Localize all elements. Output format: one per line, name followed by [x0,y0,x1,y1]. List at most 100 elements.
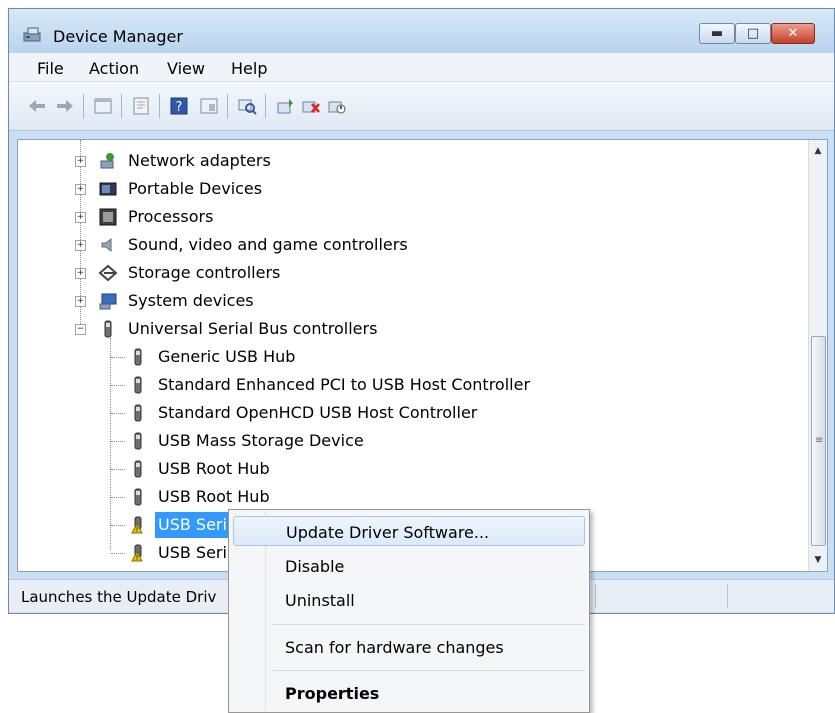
update-driver-icon[interactable] [275,96,295,116]
tree-connector [111,469,125,470]
scroll-down-icon[interactable]: ▼ [809,551,827,569]
show-hide-tree-icon[interactable] [93,96,113,116]
svg-text:?: ? [176,100,183,115]
expand-icon[interactable]: + [75,296,86,307]
menu-item-uninstall[interactable]: Uninstall [233,585,585,615]
back-arrow-icon[interactable] [27,96,47,116]
tree-connector [111,441,125,442]
usb-warning-icon: ! [131,544,143,562]
menu-item-scan-hardware[interactable]: Scan for hardware changes [233,632,585,662]
tree-item-label: Storage controllers [128,263,281,282]
tree-connector [111,553,125,554]
tree-item-label: Standard Enhanced PCI to USB Host Contro… [158,375,531,394]
scrollbar-thumb[interactable]: ≡ [811,336,826,546]
tree-item-label: System devices [128,291,254,310]
tree-item-processors[interactable]: + Processors [18,204,718,230]
expand-icon[interactable]: + [75,212,86,223]
tree-connector [111,357,125,358]
toolbar-separator [227,94,228,118]
menu-item-label: Uninstall [285,591,355,610]
scroll-up-icon[interactable]: ▲ [809,142,827,160]
device-tree-pane[interactable]: + Network adapters + Portable Devices + … [17,139,828,572]
tree-item-storage-controllers[interactable]: + Storage controllers [18,260,718,286]
expand-icon[interactable]: + [75,268,86,279]
minimize-button[interactable]: ▬ [699,23,735,44]
tree-item-sound-video[interactable]: + Sound, video and game controllers [18,232,718,258]
tree-item-usb-device[interactable]: Standard OpenHCD USB Host Controller [18,400,718,426]
menu-file[interactable]: File [37,59,64,78]
usb-device-icon [134,460,142,478]
tree-item-label: Network adapters [128,151,271,170]
tree-item-usb-device[interactable]: USB Root Hub [18,456,718,482]
vertical-scrollbar[interactable]: ▲ ≡ ▼ [808,140,827,571]
usb-device-icon [134,488,142,506]
toolbar-separator [159,94,160,118]
system-devices-icon [99,293,117,310]
menu-view[interactable]: View [167,59,205,78]
toolbar-separator [265,94,266,118]
context-menu: Update Driver Software... Disable Uninst… [228,509,590,713]
forward-arrow-icon[interactable] [55,96,75,116]
portable-devices-icon [99,182,117,196]
tree-item-usb-controllers[interactable]: − Universal Serial Bus controllers [18,316,718,342]
tree-item-label: Universal Serial Bus controllers [128,319,378,338]
minimize-icon: ▬ [710,26,724,41]
close-button[interactable]: ✕ [771,23,815,44]
expand-icon[interactable]: + [75,240,86,251]
tree-item-label: USB Mass Storage Device [158,431,364,450]
tree-item-label: Portable Devices [128,179,263,198]
maximize-icon: □ [746,26,760,41]
network-adapter-icon [100,153,114,169]
menu-item-update-driver[interactable]: Update Driver Software... [233,516,585,546]
help-icon[interactable]: ? [169,96,189,116]
usb-device-icon [134,348,142,366]
tree-item-network-adapters[interactable]: + Network adapters [18,148,718,174]
tree-connector [111,413,125,414]
tree-item-label: Processors [128,207,214,226]
menu-separator [273,624,585,625]
tree-item-usb-device[interactable]: Generic USB Hub [18,344,718,370]
status-divider [595,584,596,608]
scan-hardware-icon[interactable] [237,96,257,116]
usb-device-icon [134,376,142,394]
tree-item-usb-device[interactable]: Standard Enhanced PCI to USB Host Contro… [18,372,718,398]
tree-item-usb-device[interactable]: USB Mass Storage Device [18,428,718,454]
speaker-icon [101,237,112,253]
expand-icon[interactable]: + [75,156,86,167]
menu-item-label: Scan for hardware changes [285,638,504,657]
tree-item-label: USB Root Hub [158,487,270,506]
menu-item-disable[interactable]: Disable [233,551,585,581]
usb-warning-icon: ! [131,516,143,534]
menu-separator [273,670,585,671]
maximize-button[interactable]: □ [735,23,771,44]
toolbar-separator [83,94,84,118]
close-icon: ✕ [787,26,799,41]
svg-text:!: ! [136,526,139,534]
toolbar: ? [9,82,834,131]
disable-icon[interactable] [327,96,347,116]
menu-item-properties[interactable]: Properties [233,678,585,708]
tree-connector [111,497,125,498]
collapse-icon[interactable]: − [75,324,86,335]
expand-icon[interactable]: + [75,184,86,195]
device-manager-icon [23,27,41,42]
usb-device-icon [134,404,142,422]
processor-icon [99,208,117,226]
toolbar-separator [121,94,122,118]
tree-item-label: USB Root Hub [158,459,270,478]
menu-item-label: Update Driver Software... [286,523,490,542]
menu-bar: File Action View Help [9,53,834,82]
menu-action[interactable]: Action [89,59,139,78]
tree-connector [111,385,125,386]
menu-help[interactable]: Help [231,59,267,78]
menu-item-label: Properties [285,684,380,703]
storage-controller-icon [98,264,118,282]
tree-item-label: Standard OpenHCD USB Host Controller [158,403,478,422]
tree-item-portable-devices[interactable]: + Portable Devices [18,176,718,202]
properties-icon[interactable] [131,96,151,116]
tree-item-usb-device[interactable]: USB Root Hub [18,484,718,510]
tree-item-system-devices[interactable]: + System devices [18,288,718,314]
view-icon[interactable] [199,96,219,116]
title-bar[interactable]: Device Manager ▬ □ ✕ [9,9,834,53]
uninstall-icon[interactable] [301,96,321,116]
